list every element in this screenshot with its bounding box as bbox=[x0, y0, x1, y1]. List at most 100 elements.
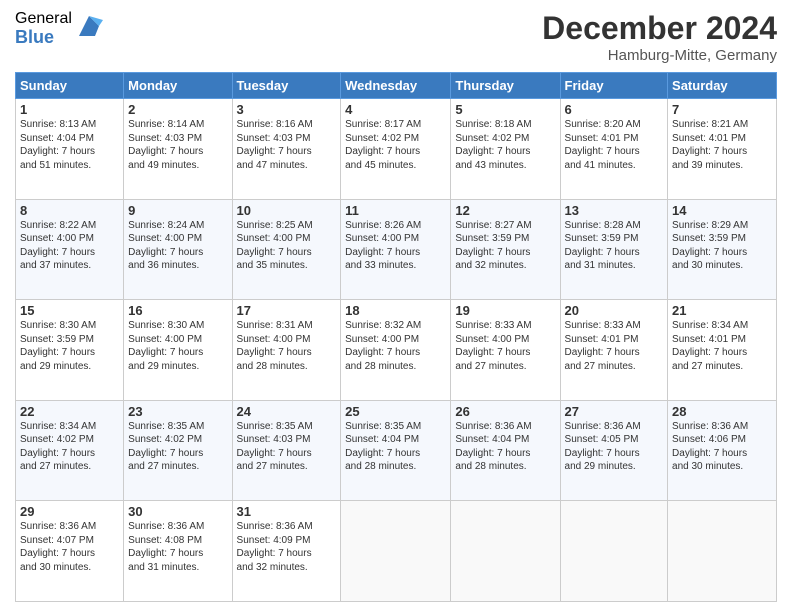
calendar-week-row: 22Sunrise: 8:34 AM Sunset: 4:02 PM Dayli… bbox=[16, 400, 777, 501]
day-info: Sunrise: 8:27 AM Sunset: 3:59 PM Dayligh… bbox=[455, 219, 555, 273]
table-row: 31Sunrise: 8:36 AM Sunset: 4:09 PM Dayli… bbox=[232, 501, 341, 602]
day-number: 25 bbox=[345, 404, 446, 419]
day-info: Sunrise: 8:28 AM Sunset: 3:59 PM Dayligh… bbox=[565, 219, 664, 273]
day-info: Sunrise: 8:13 AM Sunset: 4:04 PM Dayligh… bbox=[20, 118, 119, 172]
day-info: Sunrise: 8:34 AM Sunset: 4:01 PM Dayligh… bbox=[672, 319, 772, 373]
day-number: 27 bbox=[565, 404, 664, 419]
day-info: Sunrise: 8:33 AM Sunset: 4:00 PM Dayligh… bbox=[455, 319, 555, 373]
day-number: 4 bbox=[345, 102, 446, 117]
day-info: Sunrise: 8:35 AM Sunset: 4:02 PM Dayligh… bbox=[128, 420, 227, 474]
header-sunday: Sunday bbox=[16, 73, 124, 99]
header-friday: Friday bbox=[560, 73, 668, 99]
table-row: 11Sunrise: 8:26 AM Sunset: 4:00 PM Dayli… bbox=[341, 199, 451, 300]
table-row: 24Sunrise: 8:35 AM Sunset: 4:03 PM Dayli… bbox=[232, 400, 341, 501]
table-row: 6Sunrise: 8:20 AM Sunset: 4:01 PM Daylig… bbox=[560, 99, 668, 200]
table-row: 9Sunrise: 8:24 AM Sunset: 4:00 PM Daylig… bbox=[124, 199, 232, 300]
logo-icon bbox=[75, 12, 103, 40]
header-tuesday: Tuesday bbox=[232, 73, 341, 99]
day-number: 5 bbox=[455, 102, 555, 117]
table-row: 2Sunrise: 8:14 AM Sunset: 4:03 PM Daylig… bbox=[124, 99, 232, 200]
calendar-table: Sunday Monday Tuesday Wednesday Thursday… bbox=[15, 72, 777, 602]
header-wednesday: Wednesday bbox=[341, 73, 451, 99]
day-info: Sunrise: 8:26 AM Sunset: 4:00 PM Dayligh… bbox=[345, 219, 446, 273]
table-row bbox=[668, 501, 777, 602]
calendar-page: General Blue December 2024 Hamburg-Mitte… bbox=[0, 0, 792, 612]
day-info: Sunrise: 8:31 AM Sunset: 4:00 PM Dayligh… bbox=[237, 319, 337, 373]
day-number: 11 bbox=[345, 203, 446, 218]
day-info: Sunrise: 8:29 AM Sunset: 3:59 PM Dayligh… bbox=[672, 219, 772, 273]
day-number: 13 bbox=[565, 203, 664, 218]
day-info: Sunrise: 8:35 AM Sunset: 4:04 PM Dayligh… bbox=[345, 420, 446, 474]
day-number: 17 bbox=[237, 303, 337, 318]
table-row bbox=[451, 501, 560, 602]
logo-general: General bbox=[15, 10, 72, 28]
day-number: 3 bbox=[237, 102, 337, 117]
day-number: 12 bbox=[455, 203, 555, 218]
day-info: Sunrise: 8:17 AM Sunset: 4:02 PM Dayligh… bbox=[345, 118, 446, 172]
table-row: 13Sunrise: 8:28 AM Sunset: 3:59 PM Dayli… bbox=[560, 199, 668, 300]
day-info: Sunrise: 8:24 AM Sunset: 4:00 PM Dayligh… bbox=[128, 219, 227, 273]
day-info: Sunrise: 8:36 AM Sunset: 4:04 PM Dayligh… bbox=[455, 420, 555, 474]
day-number: 22 bbox=[20, 404, 119, 419]
day-info: Sunrise: 8:36 AM Sunset: 4:09 PM Dayligh… bbox=[237, 520, 337, 574]
day-number: 20 bbox=[565, 303, 664, 318]
day-info: Sunrise: 8:36 AM Sunset: 4:07 PM Dayligh… bbox=[20, 520, 119, 574]
table-row: 29Sunrise: 8:36 AM Sunset: 4:07 PM Dayli… bbox=[16, 501, 124, 602]
day-number: 31 bbox=[237, 504, 337, 519]
table-row: 1Sunrise: 8:13 AM Sunset: 4:04 PM Daylig… bbox=[16, 99, 124, 200]
day-number: 23 bbox=[128, 404, 227, 419]
location: Hamburg-Mitte, Germany bbox=[542, 47, 777, 64]
table-row: 23Sunrise: 8:35 AM Sunset: 4:02 PM Dayli… bbox=[124, 400, 232, 501]
table-row: 8Sunrise: 8:22 AM Sunset: 4:00 PM Daylig… bbox=[16, 199, 124, 300]
day-number: 10 bbox=[237, 203, 337, 218]
day-number: 15 bbox=[20, 303, 119, 318]
logo: General Blue bbox=[15, 10, 103, 47]
day-info: Sunrise: 8:20 AM Sunset: 4:01 PM Dayligh… bbox=[565, 118, 664, 172]
day-info: Sunrise: 8:33 AM Sunset: 4:01 PM Dayligh… bbox=[565, 319, 664, 373]
day-info: Sunrise: 8:36 AM Sunset: 4:08 PM Dayligh… bbox=[128, 520, 227, 574]
table-row: 27Sunrise: 8:36 AM Sunset: 4:05 PM Dayli… bbox=[560, 400, 668, 501]
day-number: 18 bbox=[345, 303, 446, 318]
table-row: 25Sunrise: 8:35 AM Sunset: 4:04 PM Dayli… bbox=[341, 400, 451, 501]
day-info: Sunrise: 8:36 AM Sunset: 4:06 PM Dayligh… bbox=[672, 420, 772, 474]
day-info: Sunrise: 8:25 AM Sunset: 4:00 PM Dayligh… bbox=[237, 219, 337, 273]
table-row: 26Sunrise: 8:36 AM Sunset: 4:04 PM Dayli… bbox=[451, 400, 560, 501]
table-row: 12Sunrise: 8:27 AM Sunset: 3:59 PM Dayli… bbox=[451, 199, 560, 300]
table-row: 3Sunrise: 8:16 AM Sunset: 4:03 PM Daylig… bbox=[232, 99, 341, 200]
table-row: 7Sunrise: 8:21 AM Sunset: 4:01 PM Daylig… bbox=[668, 99, 777, 200]
day-info: Sunrise: 8:22 AM Sunset: 4:00 PM Dayligh… bbox=[20, 219, 119, 273]
table-row: 19Sunrise: 8:33 AM Sunset: 4:00 PM Dayli… bbox=[451, 300, 560, 401]
calendar-week-row: 15Sunrise: 8:30 AM Sunset: 3:59 PM Dayli… bbox=[16, 300, 777, 401]
header-thursday: Thursday bbox=[451, 73, 560, 99]
calendar-week-row: 1Sunrise: 8:13 AM Sunset: 4:04 PM Daylig… bbox=[16, 99, 777, 200]
day-info: Sunrise: 8:16 AM Sunset: 4:03 PM Dayligh… bbox=[237, 118, 337, 172]
header-monday: Monday bbox=[124, 73, 232, 99]
table-row: 16Sunrise: 8:30 AM Sunset: 4:00 PM Dayli… bbox=[124, 300, 232, 401]
calendar-week-row: 29Sunrise: 8:36 AM Sunset: 4:07 PM Dayli… bbox=[16, 501, 777, 602]
day-number: 29 bbox=[20, 504, 119, 519]
table-row bbox=[341, 501, 451, 602]
day-number: 2 bbox=[128, 102, 227, 117]
day-number: 7 bbox=[672, 102, 772, 117]
day-info: Sunrise: 8:30 AM Sunset: 3:59 PM Dayligh… bbox=[20, 319, 119, 373]
month-title: December 2024 bbox=[542, 10, 777, 47]
table-row: 21Sunrise: 8:34 AM Sunset: 4:01 PM Dayli… bbox=[668, 300, 777, 401]
logo-text: General Blue bbox=[15, 10, 72, 47]
table-row: 14Sunrise: 8:29 AM Sunset: 3:59 PM Dayli… bbox=[668, 199, 777, 300]
day-number: 1 bbox=[20, 102, 119, 117]
day-info: Sunrise: 8:34 AM Sunset: 4:02 PM Dayligh… bbox=[20, 420, 119, 474]
day-number: 16 bbox=[128, 303, 227, 318]
day-number: 6 bbox=[565, 102, 664, 117]
day-info: Sunrise: 8:30 AM Sunset: 4:00 PM Dayligh… bbox=[128, 319, 227, 373]
table-row: 15Sunrise: 8:30 AM Sunset: 3:59 PM Dayli… bbox=[16, 300, 124, 401]
table-row: 18Sunrise: 8:32 AM Sunset: 4:00 PM Dayli… bbox=[341, 300, 451, 401]
day-number: 9 bbox=[128, 203, 227, 218]
day-info: Sunrise: 8:18 AM Sunset: 4:02 PM Dayligh… bbox=[455, 118, 555, 172]
day-number: 14 bbox=[672, 203, 772, 218]
day-info: Sunrise: 8:14 AM Sunset: 4:03 PM Dayligh… bbox=[128, 118, 227, 172]
day-number: 21 bbox=[672, 303, 772, 318]
day-number: 28 bbox=[672, 404, 772, 419]
day-info: Sunrise: 8:36 AM Sunset: 4:05 PM Dayligh… bbox=[565, 420, 664, 474]
calendar-week-row: 8Sunrise: 8:22 AM Sunset: 4:00 PM Daylig… bbox=[16, 199, 777, 300]
table-row: 22Sunrise: 8:34 AM Sunset: 4:02 PM Dayli… bbox=[16, 400, 124, 501]
